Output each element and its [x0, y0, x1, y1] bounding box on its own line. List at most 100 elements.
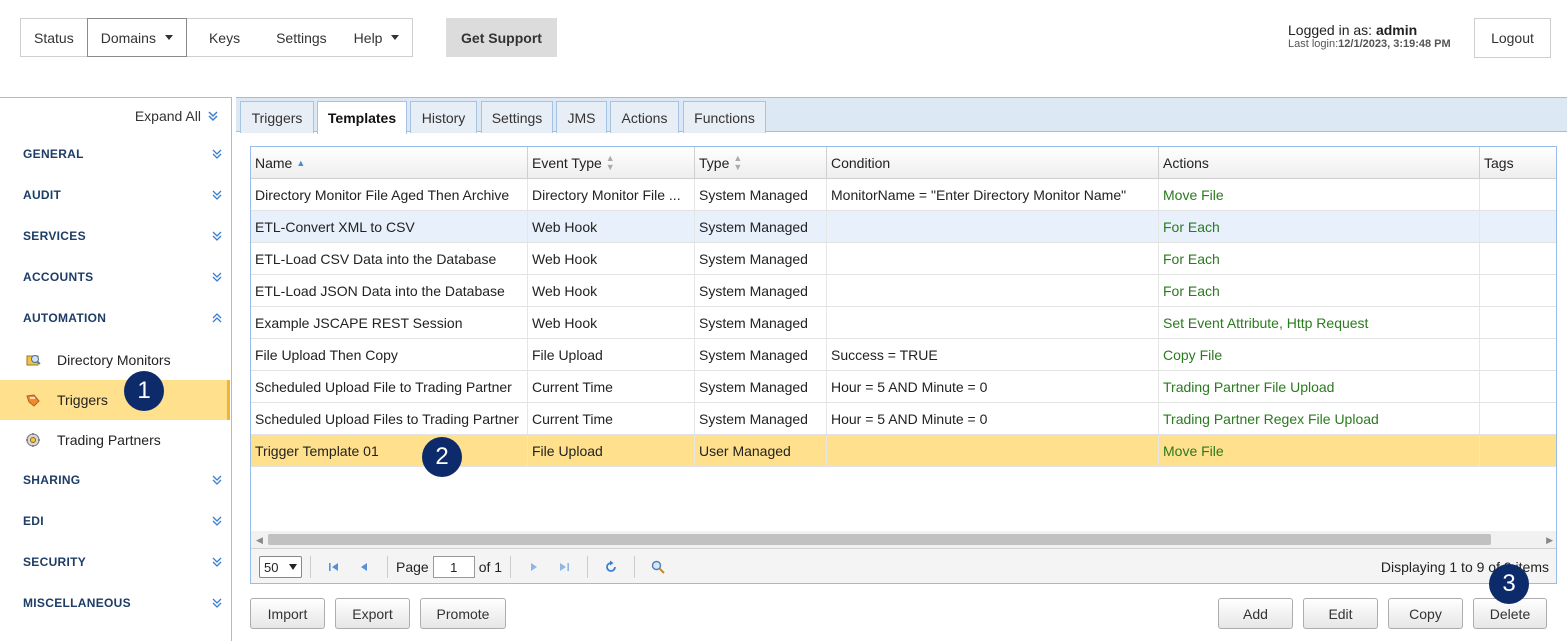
cell-tags [1480, 339, 1556, 370]
table-row[interactable]: ETL-Load JSON Data into the Database Web … [251, 275, 1556, 307]
callout-3: 3 [1489, 564, 1529, 604]
tab-triggers[interactable]: Triggers [240, 101, 314, 133]
table-row[interactable]: File Upload Then Copy File Upload System M… [251, 339, 1556, 371]
page-number-input[interactable]: 1 [432, 556, 475, 578]
sidebar-item-label: Triggers [57, 392, 108, 408]
cell-type: System Managed [695, 243, 827, 274]
column-header-type[interactable]: Type ▲ ▼ [695, 147, 827, 179]
separator [634, 556, 636, 578]
cell-name: Example JSCAPE REST Session [251, 307, 528, 338]
page-label: Page [396, 559, 429, 575]
cell-type: System Managed [695, 371, 827, 402]
column-header-label: Type [699, 155, 730, 171]
login-prefix: Logged in as: [1288, 22, 1376, 38]
grid-header: Name ▲ Event Type ▲ ▼ Type ▲ ▼ Condition A… [251, 147, 1556, 179]
cell-condition: Success = TRUE [827, 339, 1159, 370]
section-services[interactable]: SERVICES [23, 226, 223, 246]
previous-page-icon[interactable] [356, 559, 372, 575]
horizontal-scrollbar[interactable]: ◀ ▶ [251, 531, 1556, 548]
column-header-name[interactable]: Name ▲ [251, 147, 528, 179]
expand-all-button[interactable]: Expand All [135, 108, 219, 124]
table-row[interactable]: Example JSCAPE REST Session Web Hook Syste… [251, 307, 1556, 339]
section-miscellaneous-label: MISCELLANEOUS [23, 596, 131, 610]
cell-condition [827, 243, 1159, 274]
export-button[interactable]: Export [335, 598, 410, 629]
double-chevron-down-icon [212, 557, 222, 567]
nav-keys[interactable]: Keys [187, 19, 262, 56]
sidebar-item-triggers[interactable]: Triggers [0, 380, 230, 420]
section-edi[interactable]: EDI [23, 511, 223, 531]
section-sharing-label: SHARING [23, 473, 81, 487]
tab-history[interactable]: History [410, 101, 477, 133]
cell-tags [1480, 243, 1556, 274]
scroll-left-icon[interactable]: ◀ [256, 535, 263, 546]
section-sharing[interactable]: SHARING [23, 470, 223, 490]
logout-button[interactable]: Logout [1474, 18, 1551, 58]
cell-tags [1480, 371, 1556, 402]
sidebar-item-trading-partners[interactable]: Trading Partners [0, 420, 230, 460]
table-row[interactable]: ETL-Load CSV Data into the Database Web H… [251, 243, 1556, 275]
table-row[interactable]: Directory Monitor File Aged Then Archive… [251, 179, 1556, 211]
cell-condition [827, 275, 1159, 306]
section-accounts[interactable]: ACCOUNTS [23, 267, 223, 287]
section-audit-label: AUDIT [23, 188, 62, 202]
cell-name: Scheduled Upload File to Trading Partner [251, 371, 528, 402]
sidebar-item-label: Trading Partners [57, 432, 161, 448]
double-chevron-down-icon [212, 272, 222, 282]
cell-event: File Upload [528, 435, 695, 466]
search-icon[interactable] [650, 559, 666, 575]
cell-type: System Managed [695, 339, 827, 370]
nav-domains[interactable]: Domains [86, 18, 187, 57]
section-audit[interactable]: AUDIT [23, 185, 223, 205]
cell-name: Scheduled Upload Files to Trading Partne… [251, 403, 528, 434]
tab-settings[interactable]: Settings [481, 101, 553, 133]
cell-condition: MonitorName = "Enter Directory Monitor N… [827, 179, 1159, 210]
section-security[interactable]: SECURITY [23, 552, 223, 572]
sidebar: Expand All GENERAL AUDIT SERVICES ACCOUN… [0, 97, 232, 641]
nav-help[interactable]: Help [341, 19, 413, 56]
cell-condition [827, 211, 1159, 242]
column-header-label: Event Type [532, 155, 602, 171]
table-row[interactable]: Scheduled Upload File to Trading Partner… [251, 371, 1556, 403]
section-general[interactable]: GENERAL [23, 144, 223, 164]
section-miscellaneous[interactable]: MISCELLANEOUS [23, 593, 223, 613]
scrollbar-thumb[interactable] [268, 534, 1491, 545]
section-automation[interactable]: AUTOMATION [23, 308, 223, 328]
table-row[interactable]: Scheduled Upload Files to Trading Partne… [251, 403, 1556, 435]
refresh-icon[interactable] [603, 559, 619, 575]
next-page-icon[interactable] [526, 559, 542, 575]
column-header-tags[interactable]: Tags [1480, 147, 1556, 179]
get-support-button[interactable]: Get Support [446, 18, 557, 57]
cell-actions: For Each [1159, 243, 1480, 274]
column-header-condition[interactable]: Condition [827, 147, 1159, 179]
page-of-label: of 1 [478, 559, 503, 575]
tab-functions[interactable]: Functions [683, 101, 766, 133]
page-size-select[interactable]: 50 [259, 556, 302, 578]
column-header-actions[interactable]: Actions [1159, 147, 1480, 179]
import-button[interactable]: Import [250, 598, 325, 629]
last-page-icon[interactable] [556, 559, 572, 575]
nav-status[interactable]: Status [21, 19, 87, 56]
sidebar-item-directory-monitors[interactable]: Directory Monitors [0, 340, 230, 380]
double-chevron-down-icon [212, 516, 222, 526]
scroll-right-icon[interactable]: ▶ [1546, 535, 1553, 546]
add-button[interactable]: Add [1218, 598, 1293, 629]
column-header-label: Name [255, 155, 293, 171]
cell-type: System Managed [695, 403, 827, 434]
tab-actions[interactable]: Actions [610, 101, 679, 133]
section-services-label: SERVICES [23, 229, 86, 243]
promote-button[interactable]: Promote [420, 598, 506, 629]
table-row[interactable]: ETL-Convert XML to CSV Web Hook System Man… [251, 211, 1556, 243]
tab-jms[interactable]: JMS [556, 101, 607, 133]
copy-button[interactable]: Copy [1388, 598, 1463, 629]
cell-event: Directory Monitor File ... [528, 179, 695, 210]
nav-settings[interactable]: Settings [262, 19, 341, 56]
cell-tags [1480, 275, 1556, 306]
edit-button[interactable]: Edit [1303, 598, 1378, 629]
cell-actions: For Each [1159, 211, 1480, 242]
tab-templates[interactable]: Templates [317, 101, 407, 134]
column-header-event-type[interactable]: Event Type ▲ ▼ [528, 147, 695, 179]
first-page-icon[interactable] [326, 559, 342, 575]
cell-event: Web Hook [528, 275, 695, 306]
section-general-label: GENERAL [23, 147, 84, 161]
